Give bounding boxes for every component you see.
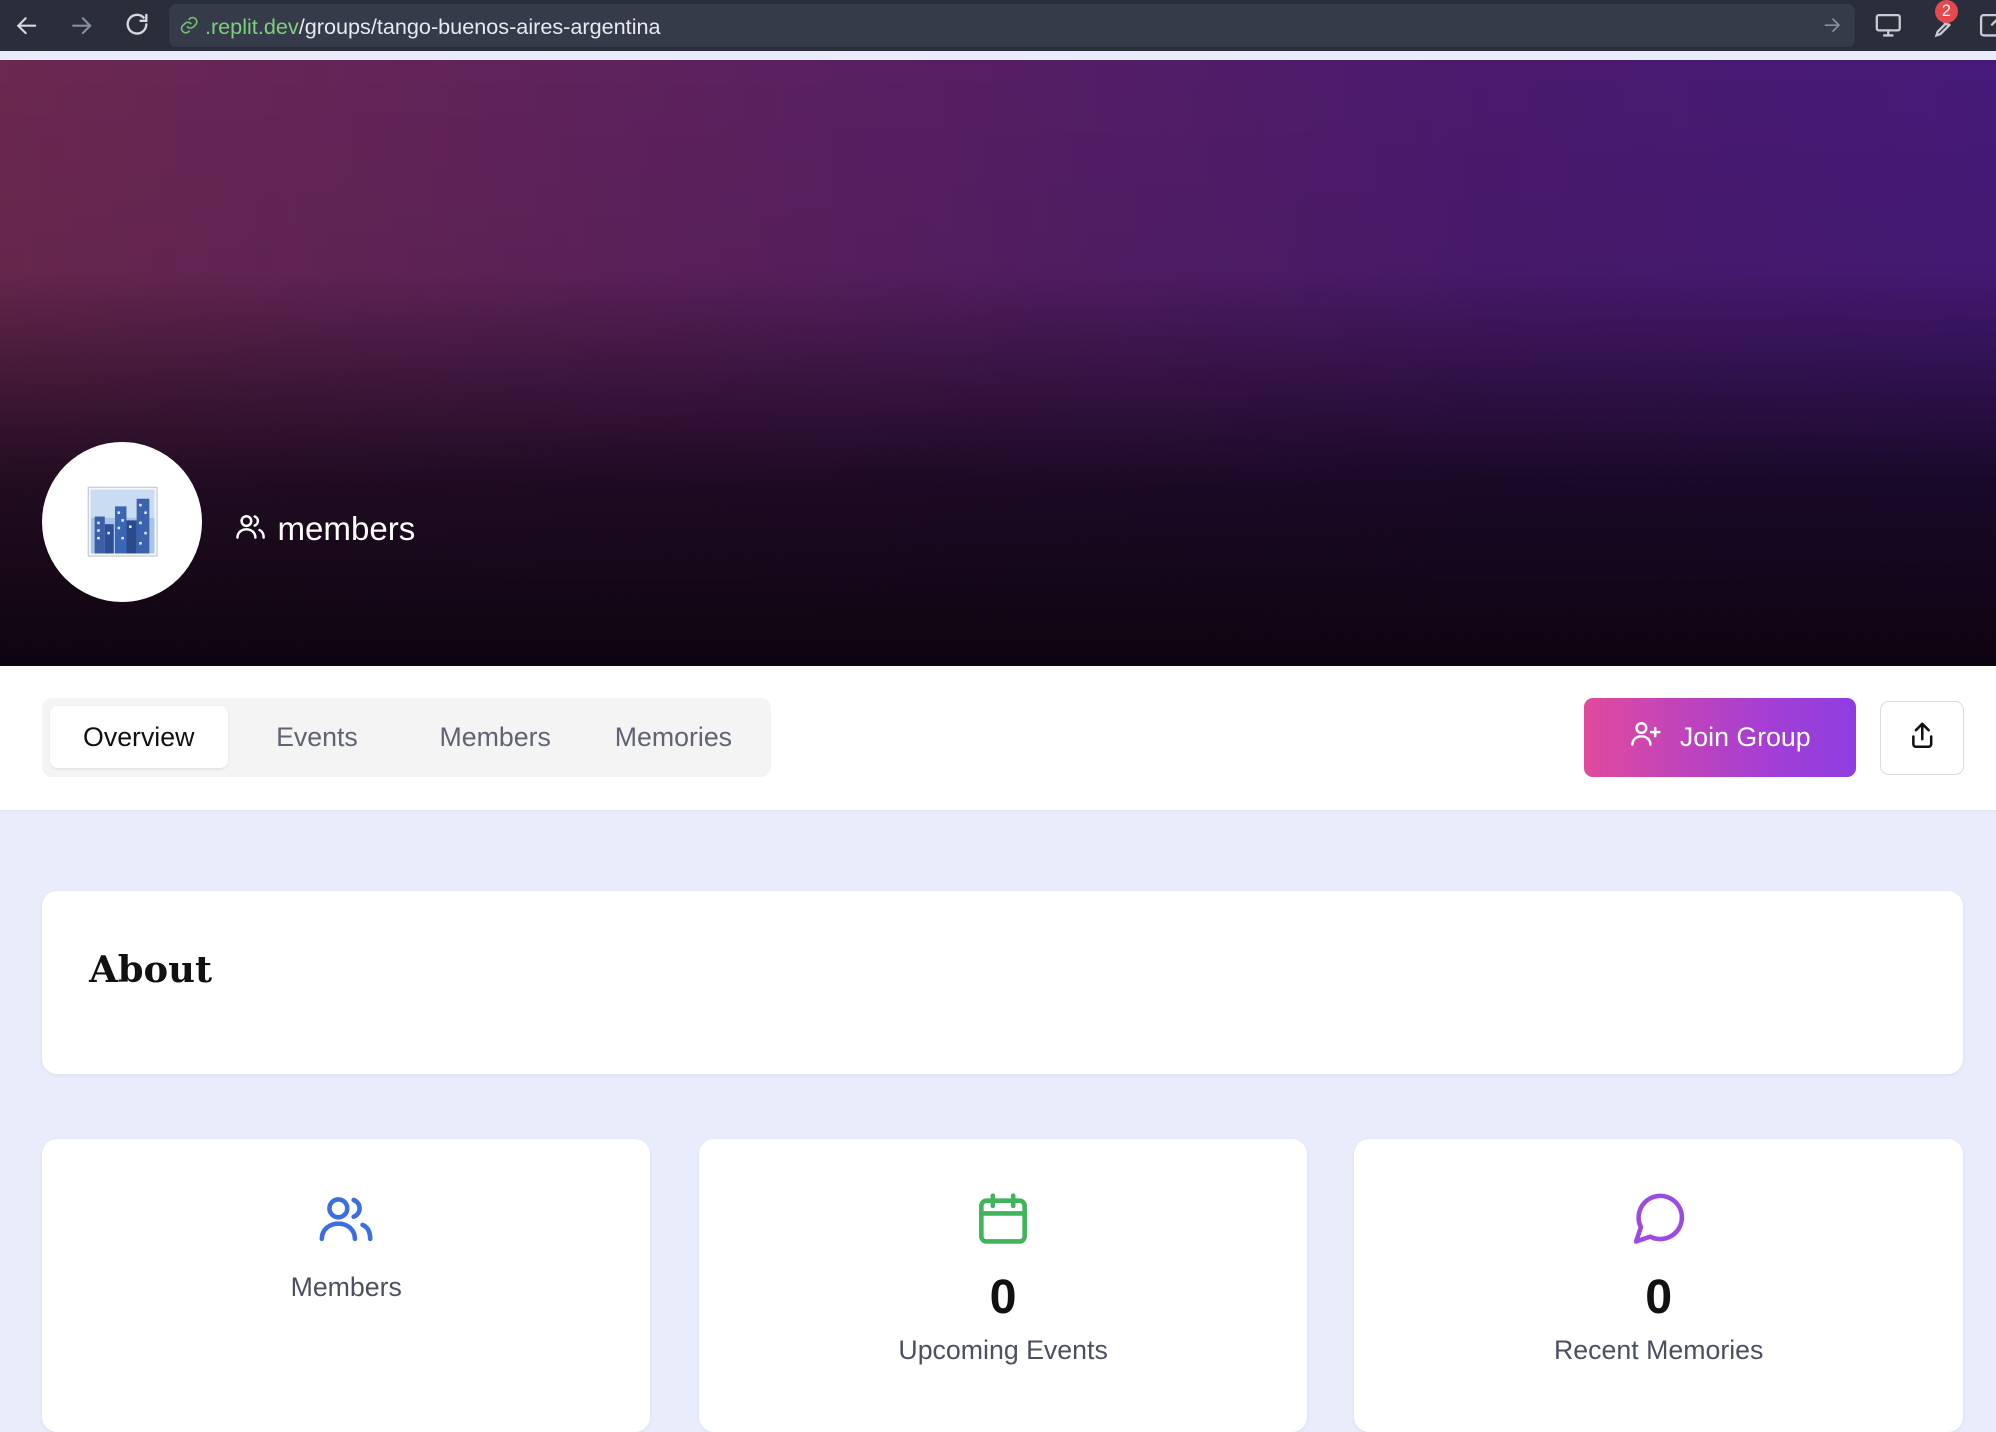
tab-events[interactable]: Events (228, 706, 406, 767)
events-stat-label: Upcoming Events (898, 1335, 1108, 1366)
tab-memories[interactable]: Memories (584, 706, 762, 767)
browser-toolbar: .replit.dev/groups/tango-buenos-aires-ar… (0, 0, 1996, 51)
share-button[interactable] (1880, 701, 1964, 775)
share-icon (1907, 720, 1938, 757)
join-group-button[interactable]: Join Group (1583, 697, 1857, 777)
group-avatar (42, 441, 203, 603)
group-cover-banner: members (0, 59, 1996, 666)
reload-icon[interactable] (123, 10, 151, 38)
go-arrow-icon[interactable] (1822, 15, 1842, 41)
tab-overview[interactable]: Overview (49, 706, 228, 768)
url-text: .replit.dev/groups/tango-buenos-aires-ar… (204, 13, 661, 39)
memories-stat-card: 0 Recent Memories (1354, 1139, 1963, 1432)
tab-members[interactable]: Members (406, 706, 584, 767)
join-group-label: Join Group (1679, 721, 1811, 752)
events-stat-card: 0 Upcoming Events (698, 1139, 1308, 1432)
notification-badge: 2 (1934, 0, 1958, 23)
members-stat-label: Members (290, 1271, 402, 1302)
forward-arrow-icon[interactable] (67, 11, 95, 39)
tab-list: Overview Events Members Memories (42, 697, 772, 777)
cityscape-emoji-icon (87, 486, 158, 557)
external-window-icon[interactable] (1976, 10, 1996, 47)
users-icon (234, 510, 267, 549)
address-bar[interactable]: .replit.dev/groups/tango-buenos-aires-ar… (169, 3, 1855, 48)
user-plus-icon (1629, 717, 1662, 757)
memories-stat-label: Recent Memories (1554, 1335, 1764, 1366)
group-toolbar: Overview Events Members Memories Join Gr… (0, 665, 1996, 811)
member-count-line: members (234, 510, 415, 549)
about-heading: About (89, 947, 213, 992)
members-label: members (277, 511, 416, 549)
back-arrow-icon[interactable] (13, 11, 41, 39)
about-card: About (42, 891, 1963, 1075)
calendar-icon (973, 1188, 1034, 1255)
memories-stat-value: 0 (1645, 1270, 1673, 1325)
link-icon (179, 15, 199, 41)
members-stat-card: Members (42, 1139, 651, 1432)
events-stat-value: 0 (989, 1270, 1017, 1325)
message-circle-icon (1628, 1188, 1689, 1255)
monitor-icon[interactable] (1873, 10, 1904, 47)
users-icon (316, 1188, 377, 1255)
